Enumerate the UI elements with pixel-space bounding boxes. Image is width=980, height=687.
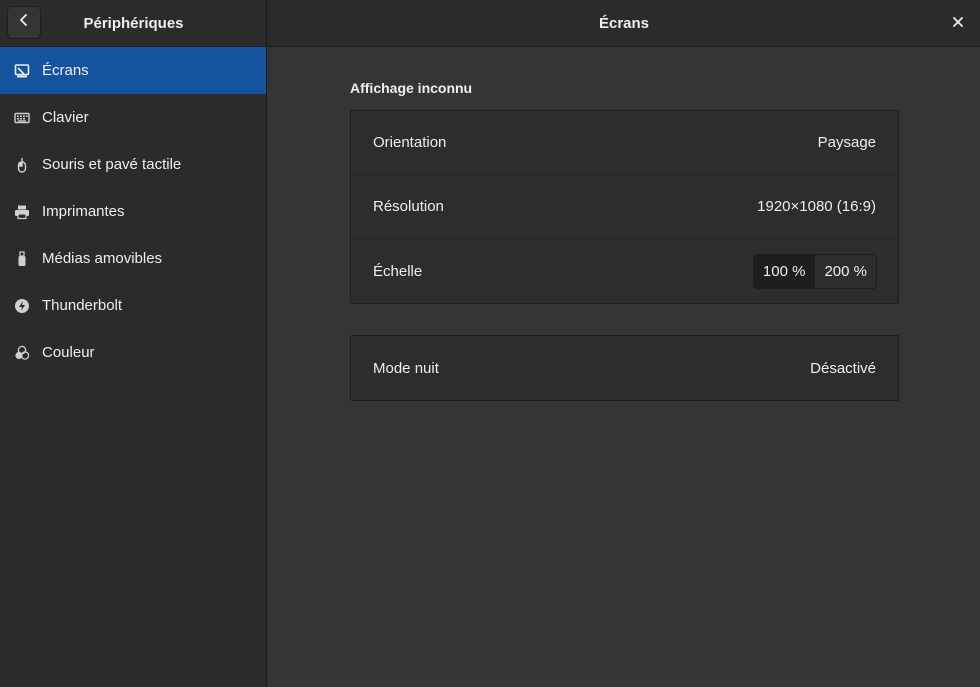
scale-row: Échelle 100 % 200 %	[351, 239, 898, 303]
night-mode-row[interactable]: Mode nuit Désactivé	[351, 336, 898, 400]
sidebar-item-label: Clavier	[42, 109, 89, 126]
sidebar-item-label: Imprimantes	[42, 203, 125, 220]
resolution-label: Résolution	[373, 198, 444, 215]
night-mode-list: Mode nuit Désactivé	[350, 335, 899, 401]
keyboard-icon	[14, 110, 30, 126]
sidebar: Écrans Clavier Souris et pavé tactile Im…	[0, 47, 267, 687]
usb-drive-icon	[14, 250, 30, 267]
sidebar-item-medias-amovibles[interactable]: Médias amovibles	[0, 235, 266, 282]
orientation-label: Orientation	[373, 134, 447, 151]
chevron-left-icon	[17, 13, 31, 32]
orientation-row[interactable]: Orientation Paysage	[351, 111, 898, 175]
mouse-icon	[14, 157, 30, 173]
resolution-value: 1920×1080 (16:9)	[757, 198, 876, 215]
scale-toggle: 100 % 200 %	[752, 253, 877, 289]
sidebar-item-label: Médias amovibles	[42, 250, 163, 267]
sidebar-header: Périphériques	[0, 0, 267, 46]
sidebar-item-label: Thunderbolt	[42, 297, 123, 314]
night-mode-value: Désactivé	[810, 359, 876, 377]
close-button[interactable]	[950, 15, 966, 31]
sidebar-item-ecrans[interactable]: Écrans	[0, 47, 266, 94]
back-button[interactable]	[7, 6, 41, 39]
section-title: Affichage inconnu	[350, 80, 473, 96]
sidebar-item-souris[interactable]: Souris et pavé tactile	[0, 141, 266, 188]
resolution-row[interactable]: Résolution 1920×1080 (16:9)	[351, 175, 898, 239]
main-content: Affichage inconnu Orientation Paysage Ré…	[268, 47, 980, 687]
sidebar-item-imprimantes[interactable]: Imprimantes	[0, 188, 266, 235]
header-bar: Périphériques Écrans	[0, 0, 980, 47]
sidebar-item-label: Souris et pavé tactile	[42, 156, 182, 173]
scale-label: Échelle	[373, 262, 423, 280]
sidebar-item-couleur[interactable]: Couleur	[0, 329, 266, 376]
sidebar-item-label: Couleur	[42, 344, 95, 361]
sidebar-item-label: Écrans	[42, 62, 89, 79]
orientation-value: Paysage	[817, 134, 876, 151]
sidebar-item-clavier[interactable]: Clavier	[0, 94, 266, 141]
thunderbolt-icon	[14, 298, 30, 314]
display-icon	[14, 63, 30, 79]
scale-option-100[interactable]: 100 %	[753, 254, 815, 288]
scale-option-200[interactable]: 200 %	[814, 254, 876, 288]
color-icon	[14, 345, 30, 361]
printer-icon	[14, 204, 30, 220]
night-mode-label: Mode nuit	[373, 359, 439, 377]
settings-window: Périphériques Écrans Écrans Clavier Sour…	[0, 0, 980, 687]
sidebar-item-thunderbolt[interactable]: Thunderbolt	[0, 282, 266, 329]
page-title: Écrans	[598, 14, 650, 32]
close-icon	[953, 14, 963, 32]
display-settings-list: Orientation Paysage Résolution 1920×1080…	[350, 110, 899, 304]
